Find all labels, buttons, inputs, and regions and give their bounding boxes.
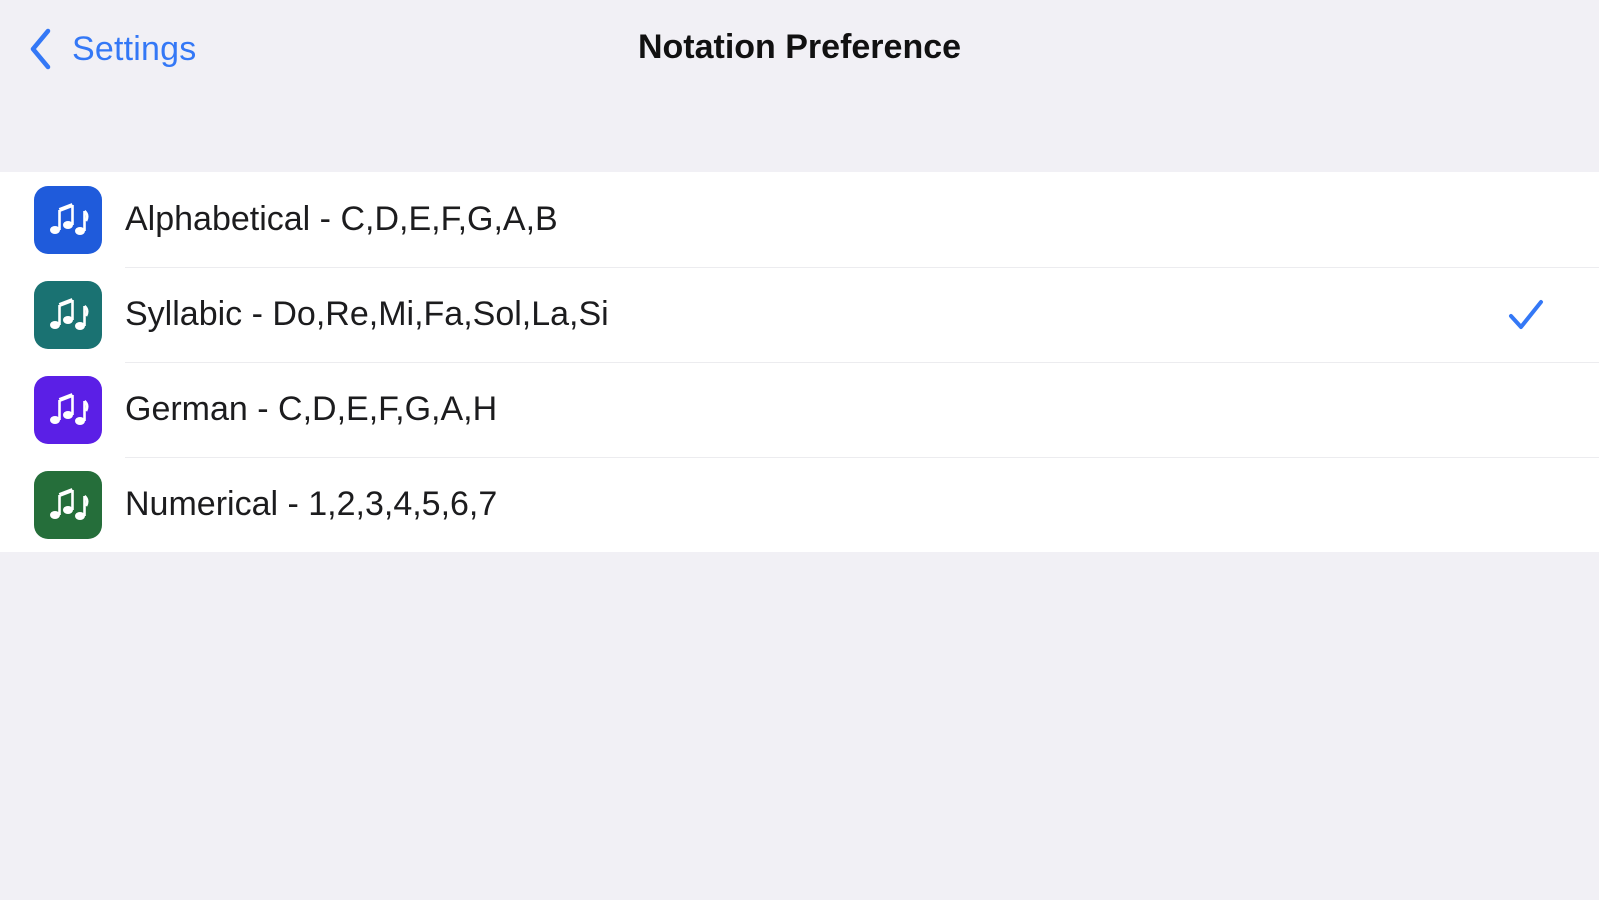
notation-options-list: Alphabetical - C,D,E,F,G,A,B Syllabic - … (0, 172, 1599, 552)
option-label: Syllabic - Do,Re,Mi,Fa,Sol,La,Si (125, 295, 609, 333)
navigation-bar: Settings Notation Preference (0, 0, 1599, 100)
checkmark-icon (1506, 295, 1546, 335)
option-label: German - C,D,E,F,G,A,H (125, 390, 498, 428)
option-alphabetical[interactable]: Alphabetical - C,D,E,F,G,A,B (0, 172, 1599, 267)
music-notes-icon (34, 186, 102, 254)
option-syllabic[interactable]: Syllabic - Do,Re,Mi,Fa,Sol,La,Si (0, 267, 1599, 362)
page-title: Notation Preference (637, 28, 962, 66)
music-notes-icon (34, 471, 102, 539)
music-notes-icon (34, 281, 102, 349)
option-numerical[interactable]: Numerical - 1,2,3,4,5,6,7 (0, 457, 1599, 552)
option-label: Numerical - 1,2,3,4,5,6,7 (125, 485, 498, 523)
option-label: Alphabetical - C,D,E,F,G,A,B (125, 200, 558, 238)
option-german[interactable]: German - C,D,E,F,G,A,H (0, 362, 1599, 457)
music-notes-icon (34, 376, 102, 444)
